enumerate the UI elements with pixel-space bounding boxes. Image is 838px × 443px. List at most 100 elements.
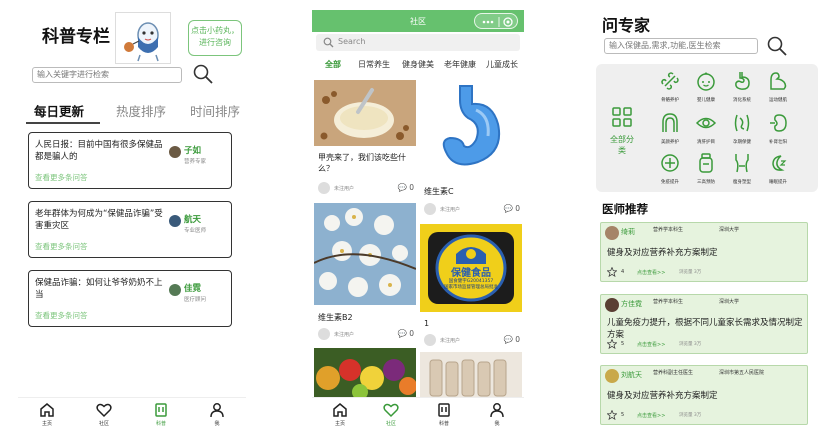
post-caption[interactable]: 维生素C (424, 186, 520, 197)
comment-count-value: 0 (515, 204, 520, 213)
doctor-name: 刘航天 (621, 371, 642, 379)
post-image[interactable] (314, 203, 416, 305)
post-question: 人民日报：目前中国有很多保健品都是骗人的 (35, 140, 163, 162)
more-answers-link[interactable]: 查看更多条问答 (35, 310, 88, 321)
like-count: 4 (621, 269, 625, 275)
post-image[interactable] (314, 80, 416, 146)
doctor-card-footer: 4 点击查看>> 浏览量 3万 (607, 267, 803, 278)
star-icon[interactable] (607, 410, 617, 420)
nav-home[interactable]: 主页 (325, 402, 355, 427)
nav-science[interactable]: 科普 (146, 402, 176, 427)
tab-daily-health[interactable]: 日常养生 (358, 59, 390, 70)
immune-icon (661, 154, 679, 172)
comment-count-value: 0 (409, 183, 414, 192)
nav-home[interactable]: 主页 (32, 402, 62, 427)
post-image[interactable]: 保健食品 国食健字G20041357 国家市场监督管理总局批准 (420, 224, 522, 312)
bottom-nav: 主页 社区 科普 我 (312, 397, 524, 443)
comment-count[interactable]: 💬 0 (397, 183, 414, 192)
doctor-card-footer: 5 点击查看>> 浏览量 3万 (607, 410, 803, 421)
kidney-icon (770, 114, 787, 132)
post-image[interactable] (420, 80, 522, 180)
home-icon (333, 403, 347, 417)
post-card[interactable]: 老年群体为何成为“保健品诈骗”受害重灾区 航天 专业医师 查看更多条问答 (28, 201, 232, 258)
avatar (605, 369, 619, 383)
category-immune[interactable]: 免疫提升 (654, 152, 686, 185)
post-caption[interactable]: 甲壳来了，我们该吃些什么？ (318, 152, 414, 174)
tab-daily[interactable]: 每日更新 (34, 101, 84, 120)
search-icon[interactable] (766, 35, 788, 57)
tab-child-growth[interactable]: 儿童成长 (486, 59, 518, 70)
post-caption[interactable]: 1 (424, 318, 520, 329)
nav-me[interactable]: 我 (482, 402, 512, 427)
body-icon (735, 154, 749, 173)
category-sleep[interactable]: 睡眠提升 (762, 152, 794, 185)
comment-count[interactable]: 💬 0 (397, 329, 414, 338)
doctor-card[interactable]: 刘航天 营养科副主任医生 深圳市第五人民医院 健身及对应营养补充方案制定 5 点… (600, 365, 808, 425)
doctor-name: 绮莉 (621, 228, 635, 236)
category-digestion[interactable]: 消化系统 (726, 70, 758, 103)
view-more-link[interactable]: 点击查看>> (637, 269, 665, 276)
search-input[interactable]: 输入保健品,需求,功能,医生检索 (604, 38, 758, 54)
post-image[interactable] (420, 352, 522, 398)
search-icon[interactable] (192, 63, 214, 85)
doctor-card[interactable]: 绮莉 营养学本科生 深圳大学 健身及对应营养补充方案制定 4 点击查看>> 浏览… (600, 222, 808, 282)
blossom-photo (314, 203, 416, 305)
consult-bubble[interactable]: 点击小药丸，进行咨询 (188, 20, 242, 56)
search-input[interactable]: 输入关键字进行检索 (32, 67, 182, 83)
category-label: 免疫提升 (661, 180, 679, 185)
category-slimming[interactable]: 瘦身塑型 (726, 152, 758, 185)
heart-icon (96, 403, 112, 418)
category-bone[interactable]: 骨骼养护 (654, 70, 686, 103)
nav-community[interactable]: 社区 (89, 402, 119, 427)
category-eye[interactable]: 清肝护目 (690, 112, 722, 145)
view-more-link[interactable]: 点击查看>> (637, 341, 665, 348)
nav-label: 社区 (98, 421, 109, 427)
doctor-title: 营养学本科生 (653, 227, 684, 233)
post-author: 未注用户 (440, 338, 461, 344)
comment-count[interactable]: 💬 0 (503, 335, 520, 344)
star-icon[interactable] (607, 339, 617, 349)
category-pregnancy[interactable]: 孕期保健 (726, 112, 758, 145)
search-icon (323, 37, 334, 48)
nav-label: 社区 (385, 421, 396, 427)
category-grid: 全部分类 骨骼养护 婴儿健康 消化系统 运动健肌 美颜养护 清肝护目 孕期保健 … (596, 64, 818, 192)
category-kidney[interactable]: 补肾壮阳 (762, 112, 794, 145)
tab-elderly-health[interactable]: 老年健康 (444, 59, 476, 70)
comment-count[interactable]: 💬 0 (503, 204, 520, 213)
nav-community[interactable]: 社区 (376, 402, 406, 427)
pill-mascot-button[interactable] (115, 12, 171, 64)
category-three-highs[interactable]: 三高预防 (690, 152, 722, 185)
tab-popularity[interactable]: 热度排序 (116, 101, 166, 120)
post-meta: 未注用户 💬 0 (424, 334, 520, 348)
more-answers-link[interactable]: 查看更多条问答 (35, 172, 88, 183)
search-input[interactable]: Search (316, 34, 520, 51)
user-icon (490, 403, 504, 418)
post-image[interactable] (314, 348, 416, 398)
avatar (605, 298, 619, 312)
post-card[interactable]: 保健品诈骗：如何让爷爷奶奶不上当 佳霓 医疗顾问 查看更多条问答 (28, 270, 232, 327)
tab-time[interactable]: 时间排序 (190, 101, 240, 120)
category-beauty[interactable]: 美颜养护 (654, 112, 686, 145)
nav-label: 主页 (41, 421, 52, 427)
all-categories-button[interactable]: 全部分类 (608, 106, 636, 156)
post-card[interactable]: 人民日报：目前中国有很多保健品都是骗人的 子如 营养专家 查看更多条问答 (28, 132, 232, 189)
star-icon[interactable] (607, 267, 617, 277)
mini-program-capsule[interactable] (474, 13, 518, 29)
category-baby[interactable]: 婴儿健康 (690, 70, 722, 103)
avatar (318, 328, 330, 340)
post-meta: 未注用户 💬 0 (424, 203, 520, 217)
page-title: 问专家 (602, 16, 651, 35)
nav-me[interactable]: 我 (202, 402, 232, 427)
doctor-card[interactable]: 方佳霓 营养学本科生 深圳大学 儿童免疫力提升，根据不同儿童家长需求及情况制定方… (600, 294, 808, 354)
view-more-link[interactable]: 点击查看>> (637, 412, 665, 419)
more-answers-link[interactable]: 查看更多条问答 (35, 241, 88, 252)
pill-mascot-icon (124, 22, 159, 62)
doctor-service: 儿童免疫力提升，根据不同儿童家长需求及情况制定方案 (607, 318, 803, 340)
tab-all[interactable]: 全部 (325, 59, 341, 70)
category-muscle[interactable]: 运动健肌 (762, 70, 794, 103)
nav-science[interactable]: 科普 (429, 402, 459, 427)
post-caption[interactable]: 维生素B2 (318, 312, 414, 323)
author-title: 营养专家 (184, 159, 207, 165)
avatar (318, 182, 330, 194)
tab-fitness[interactable]: 健身健美 (402, 59, 434, 70)
